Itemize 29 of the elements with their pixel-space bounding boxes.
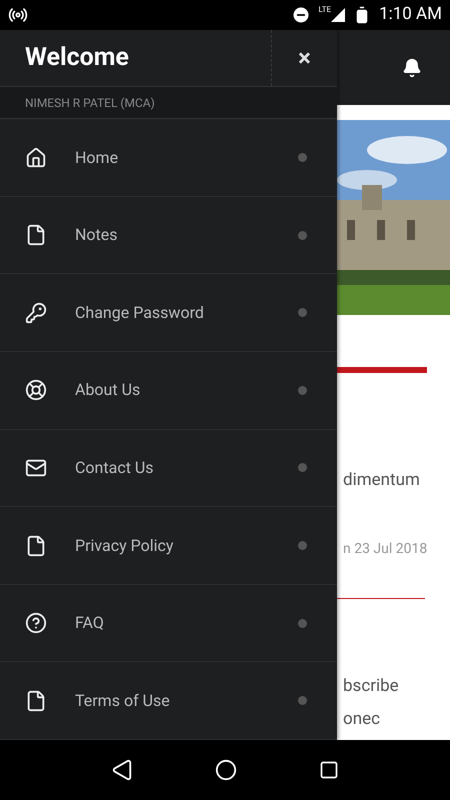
drawer-title: Welcome	[24, 42, 130, 74]
menu-item-label: Home	[75, 146, 120, 169]
lifebuoy-icon	[25, 379, 47, 402]
question-icon	[25, 612, 47, 634]
menu-item-label: Notes	[75, 224, 119, 246]
network-label: LTE	[318, 4, 332, 16]
document-icon	[25, 690, 47, 712]
document-icon	[25, 534, 47, 557]
post-text: bscribe	[342, 674, 400, 698]
menu-item-label: About Us	[75, 379, 142, 402]
recents-button[interactable]	[319, 760, 339, 780]
home-button[interactable]	[215, 759, 237, 781]
do-not-disturb-icon	[290, 5, 310, 25]
menu-item-label: Contact Us	[75, 456, 155, 479]
post-date: n 23 Jul 2018	[342, 540, 428, 558]
menu-item-label: Terms of Use	[75, 690, 171, 712]
signal-icon	[331, 8, 346, 22]
menu-item-label: Privacy Policy	[75, 534, 174, 557]
key-icon	[25, 302, 47, 324]
home-icon	[25, 146, 47, 169]
back-button[interactable]	[111, 759, 133, 781]
menu-item-label: FAQ	[75, 612, 105, 634]
bell-icon[interactable]	[402, 58, 422, 78]
document-icon	[25, 224, 47, 246]
user-name: NIMESH R PATEL (MCA)	[25, 94, 155, 112]
post-text: onec	[342, 708, 381, 731]
post-title: dimentum	[342, 469, 421, 492]
menu-item-label: Change Password	[75, 302, 205, 324]
clock: 1:10 AM	[379, 3, 442, 26]
